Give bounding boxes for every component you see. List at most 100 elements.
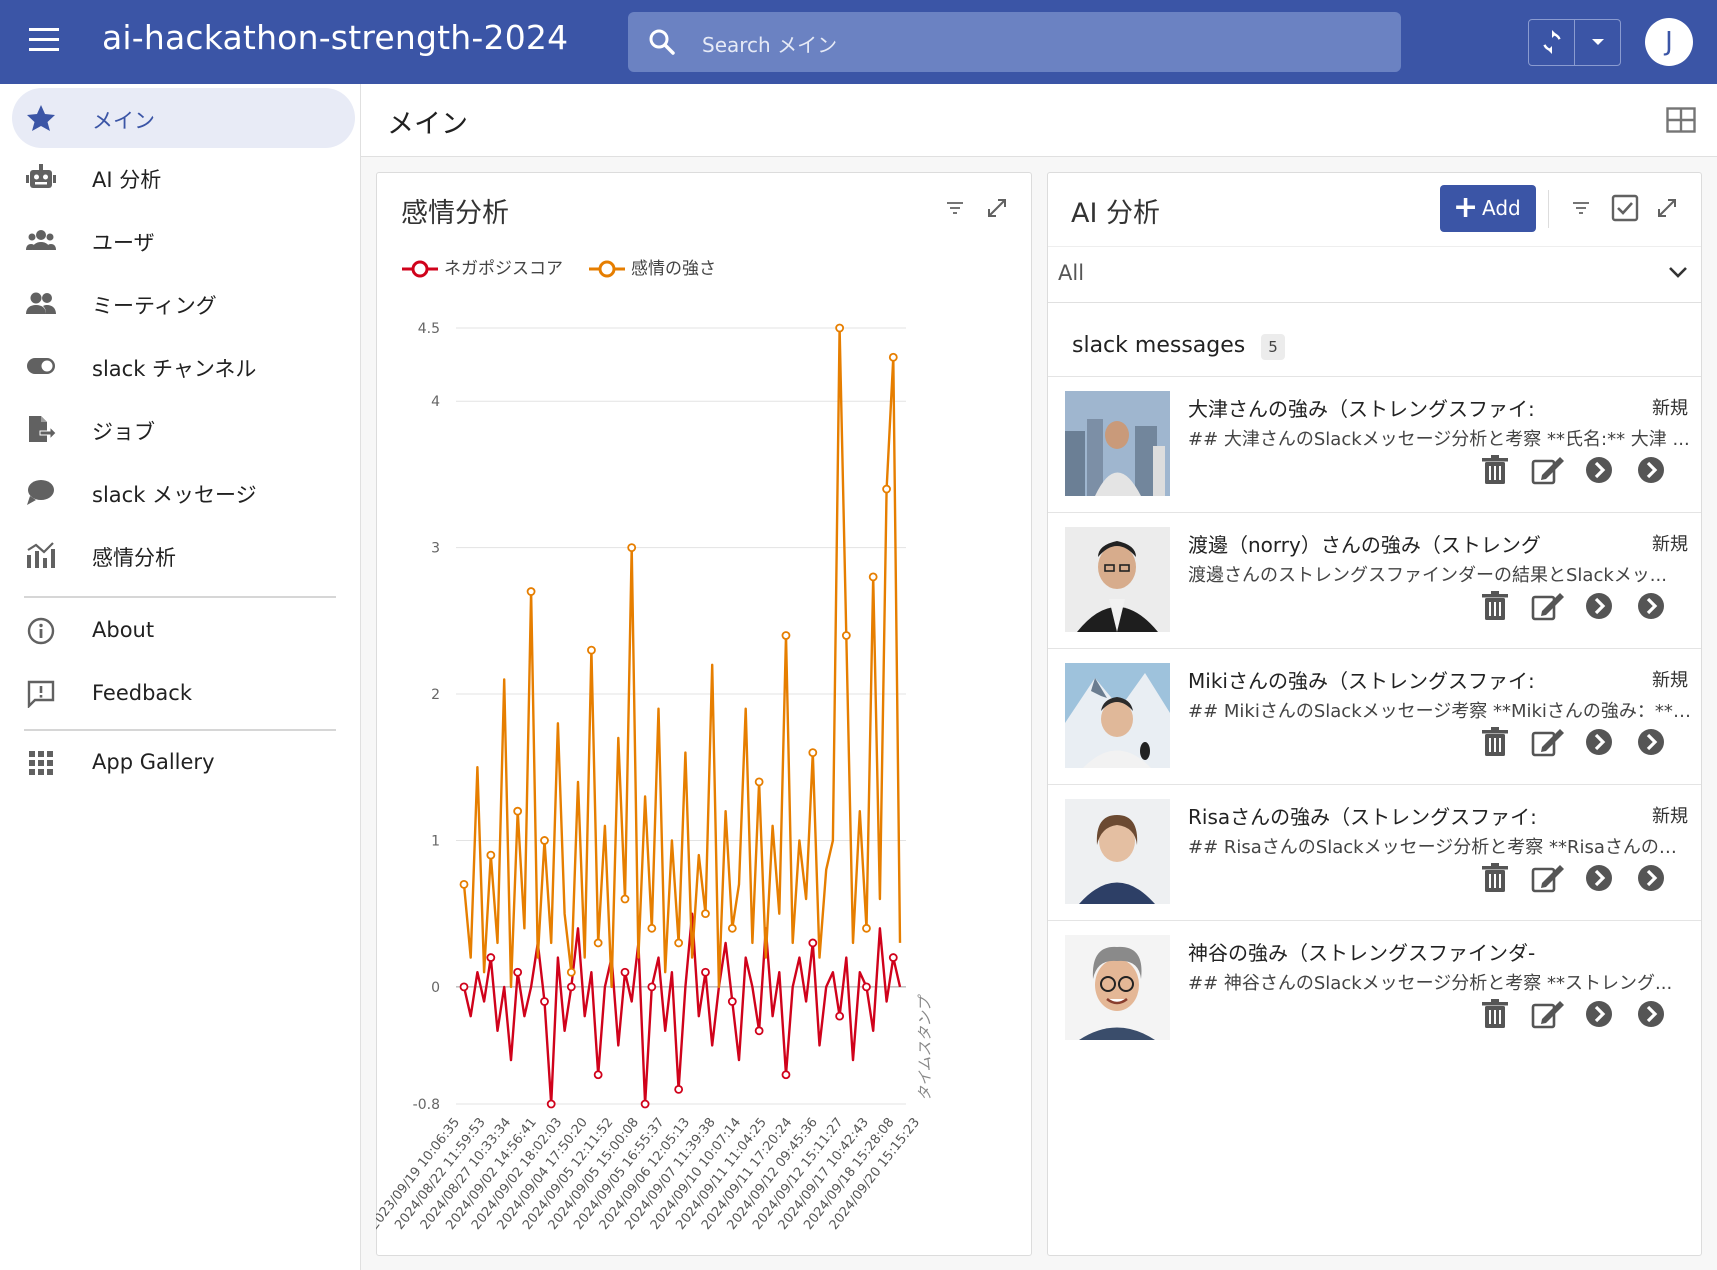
chevron-right-circle-icon[interactable] bbox=[1634, 453, 1668, 487]
chevron-right-circle-icon[interactable] bbox=[1634, 589, 1668, 623]
list-item[interactable]: Risaさんの強み（ストレングスファイ: 新規 ## RisaさんのSlackメッセ… bbox=[1048, 784, 1701, 920]
list-item[interactable]: Mikiさんの強み（ストレングスファイ: 新規 ## MikiさんのSlackメッセ… bbox=[1048, 648, 1701, 784]
data-point bbox=[513, 806, 523, 816]
data-point bbox=[808, 748, 818, 758]
edit-icon[interactable] bbox=[1530, 861, 1564, 895]
sidebar-item-sentiment[interactable]: 感情分析 bbox=[12, 525, 355, 585]
sidebar-item-label: ミーティング bbox=[92, 294, 217, 318]
delete-icon[interactable] bbox=[1478, 997, 1512, 1031]
toolbar-divider bbox=[1548, 190, 1549, 228]
sync-button[interactable] bbox=[1529, 20, 1575, 65]
legend-item[interactable]: ネガポジスコア bbox=[400, 254, 563, 279]
data-point bbox=[701, 967, 710, 977]
data-point bbox=[647, 923, 657, 933]
feedback-icon bbox=[27, 680, 55, 708]
delete-icon[interactable] bbox=[1478, 453, 1512, 487]
add-button[interactable]: Add bbox=[1440, 184, 1536, 232]
filter-icon[interactable] bbox=[1571, 199, 1591, 217]
star-icon bbox=[27, 105, 55, 131]
page-title: メイン bbox=[387, 109, 468, 140]
data-point bbox=[647, 982, 657, 992]
thumbnail-image bbox=[1065, 799, 1170, 904]
y-tick-label: 3 bbox=[431, 541, 440, 557]
chevron-right-circle-icon[interactable] bbox=[1582, 997, 1616, 1031]
sidebar-item-app-gallery[interactable]: App Gallery bbox=[12, 733, 355, 793]
list-item[interactable]: 神谷の強み（ストレングスファインダ- ## 神谷さんのSlackメッセージ分析と考… bbox=[1048, 920, 1701, 1056]
user-avatar[interactable]: J bbox=[1645, 18, 1693, 66]
list-item-description: ## 神谷さんのSlackメッセージ分析と考察 **ストレング... bbox=[1188, 973, 1673, 994]
ai-card-title: AI 分析 bbox=[1071, 198, 1161, 229]
data-point bbox=[459, 982, 469, 992]
status-badge: 新規 bbox=[1652, 806, 1688, 827]
data-point bbox=[835, 323, 845, 333]
data-point bbox=[754, 777, 764, 787]
filter-icon[interactable] bbox=[945, 199, 965, 217]
delete-icon[interactable] bbox=[1478, 861, 1512, 895]
edit-icon[interactable] bbox=[1530, 453, 1564, 487]
list-item-description: 渡邊さんのストレングスファインダーの結果とSlackメッ... bbox=[1188, 565, 1667, 586]
legend-item[interactable]: 感情の強さ bbox=[587, 254, 716, 279]
checkbox-icon[interactable] bbox=[1611, 194, 1639, 222]
sidebar-item-feedback[interactable]: Feedback bbox=[12, 664, 355, 724]
data-point bbox=[835, 1011, 845, 1021]
search-icon bbox=[649, 29, 675, 55]
delete-icon[interactable] bbox=[1478, 725, 1512, 759]
chevron-down-icon bbox=[1669, 267, 1687, 278]
sync-dropdown-button[interactable] bbox=[1575, 20, 1621, 65]
sidebar-item-meetings[interactable]: ミーティング bbox=[12, 273, 355, 333]
chevron-right-circle-icon[interactable] bbox=[1582, 589, 1616, 623]
expand-icon[interactable] bbox=[986, 197, 1008, 219]
data-point bbox=[674, 938, 684, 948]
list-item-description: ## 大津さんのSlackメッセージ分析と考察 **氏名:** 大津 ... bbox=[1188, 429, 1690, 450]
sidebar-item-jobs[interactable]: ジョブ bbox=[12, 399, 355, 459]
sidebar-item-label: ユーザ bbox=[92, 231, 155, 255]
sidebar-item-main[interactable]: メイン bbox=[12, 88, 355, 148]
chevron-right-circle-icon[interactable] bbox=[1634, 861, 1668, 895]
data-point bbox=[868, 572, 878, 582]
sidebar-item-label: 感情分析 bbox=[92, 546, 176, 570]
data-point bbox=[674, 1084, 684, 1094]
chevron-right-circle-icon[interactable] bbox=[1634, 725, 1668, 759]
edit-icon[interactable] bbox=[1530, 997, 1564, 1031]
filter-select[interactable]: All bbox=[1048, 246, 1701, 303]
sidebar-item-slack-messages[interactable]: slack メッセージ bbox=[12, 462, 355, 522]
row-actions bbox=[1478, 997, 1698, 1031]
data-point bbox=[627, 543, 637, 553]
sidebar-item-label: slack メッセージ bbox=[92, 483, 257, 507]
edit-icon[interactable] bbox=[1530, 589, 1564, 623]
list-item-description: ## RisaさんのSlackメッセージ分析と考察 **Risaさんのス... bbox=[1188, 837, 1693, 858]
data-point bbox=[888, 352, 898, 362]
data-point bbox=[566, 967, 576, 977]
chevron-right-circle-icon[interactable] bbox=[1634, 997, 1668, 1031]
sidebar-item-slack-channels[interactable]: slack チャンネル bbox=[12, 336, 355, 396]
list-item[interactable]: 大津さんの強み（ストレングスファイ: 新規 ## 大津さんのSlackメッセージ分析… bbox=[1048, 376, 1701, 512]
list-item[interactable]: 渡邊（norry）さんの強み（ストレング 新規 渡邊さんのストレングスファインダーの… bbox=[1048, 512, 1701, 648]
sidebar-item-label: About bbox=[92, 618, 155, 642]
menu-icon[interactable] bbox=[24, 28, 64, 58]
delete-icon[interactable] bbox=[1478, 589, 1512, 623]
search-placeholder: Search メイン bbox=[702, 33, 838, 57]
expand-icon[interactable] bbox=[1656, 197, 1678, 219]
layout-grid-icon[interactable] bbox=[1666, 107, 1696, 133]
sidebar-item-label: Feedback bbox=[92, 681, 193, 705]
chevron-right-circle-icon[interactable] bbox=[1582, 453, 1616, 487]
data-point bbox=[754, 1026, 764, 1036]
data-point bbox=[593, 938, 603, 948]
sidebar-item-ai-analysis[interactable]: AI 分析 bbox=[12, 147, 355, 207]
y-tick-label: -0.8 bbox=[413, 1097, 440, 1113]
sidebar-item-users[interactable]: ユーザ bbox=[12, 210, 355, 270]
people-icon bbox=[26, 292, 56, 314]
edit-icon[interactable] bbox=[1530, 725, 1564, 759]
series-line bbox=[462, 326, 902, 989]
chat-bubble-icon bbox=[27, 480, 54, 505]
y-tick-label: 2 bbox=[431, 687, 440, 703]
chevron-right-circle-icon[interactable] bbox=[1582, 725, 1616, 759]
sidebar-item-about[interactable]: About bbox=[12, 601, 355, 661]
sentiment-line-chart: 4.543210-0.82023/09/19 10:06:352024/08/2… bbox=[376, 321, 934, 1233]
y-tick-label: 1 bbox=[431, 833, 440, 849]
list-item-description: ## MikiさんのSlackメッセージ考察 **Mikiさんの強み：** ..… bbox=[1188, 701, 1693, 722]
sidebar: メイン AI 分析 ユーザ ミーティング slack チャンネル ジョブ sla… bbox=[0, 84, 361, 1270]
chevron-right-circle-icon[interactable] bbox=[1582, 861, 1616, 895]
y-tick-label: 4 bbox=[431, 394, 440, 410]
search-input[interactable]: Search メイン bbox=[628, 12, 1401, 72]
